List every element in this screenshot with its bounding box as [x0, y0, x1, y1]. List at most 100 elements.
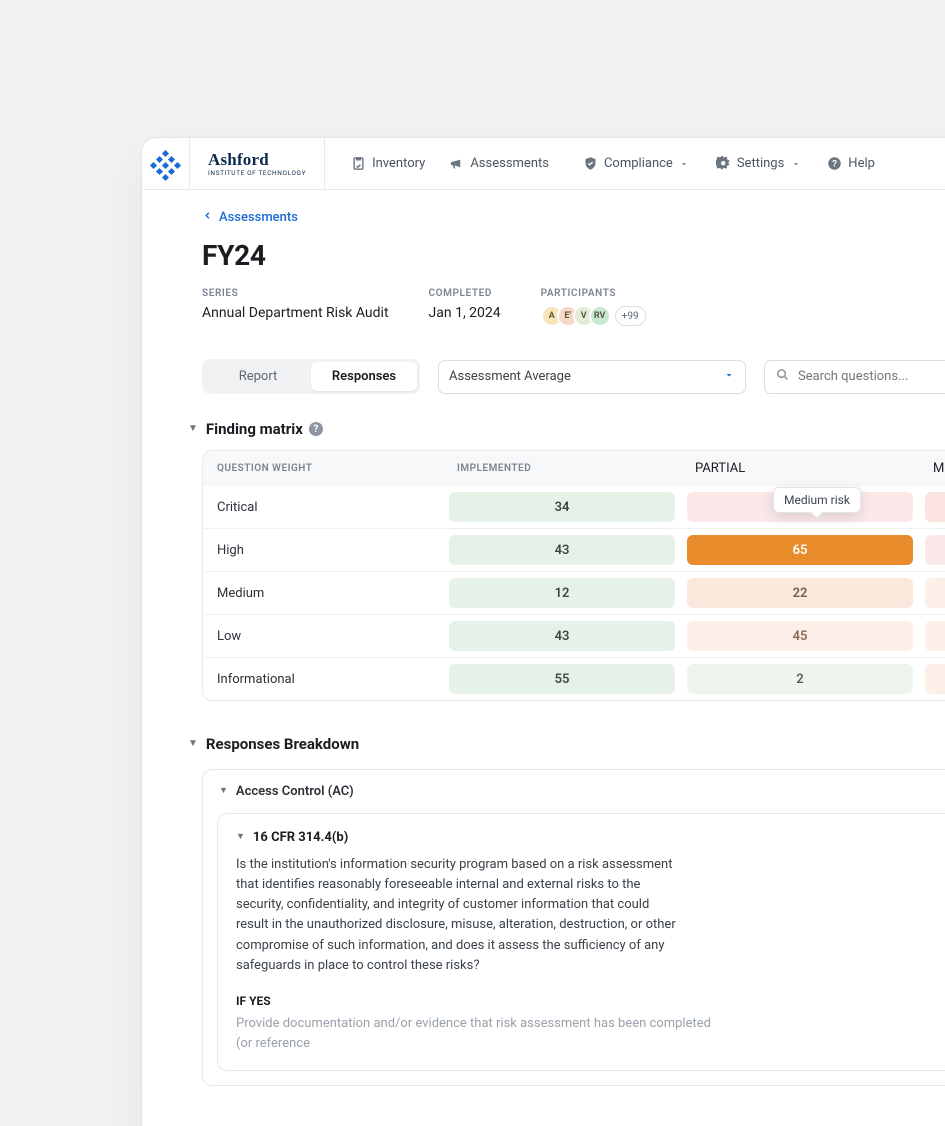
value-chip: 2 — [687, 664, 913, 694]
responses-breakdown-header: ▼ Responses Breakdown — [188, 735, 945, 753]
matrix-header-row: QUESTION WEIGHT IMPLEMENTED PARTIAL MIS — [203, 451, 945, 486]
finding-matrix-header: ▼ Finding matrix ? — [188, 420, 945, 438]
breakdown-item: ▼ 16 CFR 314.4(b) Is the institution's i… — [217, 813, 945, 1071]
avatar-overflow[interactable]: +99 — [615, 306, 646, 326]
value-chip: 65 — [687, 535, 913, 565]
value-chip — [925, 492, 945, 522]
controls-row: Report Responses Assessment Average — [202, 359, 945, 394]
top-nav: Ashford INSTITUTE OF TECHNOLOGY Inventor… — [142, 138, 945, 190]
matrix-missing-cell[interactable] — [919, 529, 945, 571]
value-chip: 43 — [449, 621, 675, 651]
megaphone-icon — [449, 156, 464, 171]
brand-name: Ashford — [208, 150, 306, 170]
breakdown-item-code: 16 CFR 314.4(b) — [253, 830, 348, 845]
matrix-partial-cell[interactable]: 45 — [681, 615, 919, 657]
matrix-row: Low43 45 — [203, 614, 945, 657]
matrix-row: High43 65 — [203, 528, 945, 571]
tab-responses[interactable]: Responses — [311, 362, 417, 391]
matrix-partial-cell[interactable]: 22 — [681, 572, 919, 614]
nav-settings-label: Settings — [737, 156, 784, 171]
chevron-left-icon — [202, 210, 213, 225]
chevron-down-icon — [723, 369, 735, 385]
value-chip: 43 — [449, 535, 675, 565]
collapse-toggle-icon[interactable]: ▼ — [219, 785, 228, 796]
matrix-weight-cell: Low — [203, 615, 443, 657]
finding-matrix: QUESTION WEIGHT IMPLEMENTED PARTIAL MIS … — [202, 450, 945, 701]
meta-participants: PARTICIPANTS A E' V RV +99 — [541, 288, 646, 327]
collapse-toggle-icon[interactable]: ▼ — [188, 738, 198, 749]
breakdown-item-header[interactable]: ▼ 16 CFR 314.4(b) — [236, 830, 945, 845]
tab-report[interactable]: Report — [205, 362, 311, 391]
nav-assessments-label: Assessments — [470, 156, 549, 171]
brand-logo-cell[interactable] — [142, 138, 190, 190]
matrix-partial-cell[interactable]: 2 — [681, 658, 919, 700]
matrix-implemented-cell[interactable]: 55 — [443, 658, 681, 700]
search-icon — [775, 367, 790, 386]
finding-matrix-title: Finding matrix — [206, 420, 303, 438]
matrix-implemented-cell[interactable]: 43 — [443, 615, 681, 657]
participant-avatars[interactable]: A E' V RV +99 — [541, 305, 646, 327]
nav-compliance-label: Compliance — [604, 156, 673, 171]
matrix-weight-cell: Critical — [203, 486, 443, 528]
matrix-weight-cell: Medium — [203, 572, 443, 614]
page-content: Assessments FY24 SERIES Annual Departmen… — [142, 190, 945, 1126]
matrix-missing-cell[interactable] — [919, 658, 945, 700]
col-header-weight: QUESTION WEIGHT — [203, 451, 443, 486]
matrix-missing-cell[interactable] — [919, 572, 945, 614]
help-tooltip-icon[interactable]: ? — [309, 422, 323, 436]
nav-help[interactable]: ? Help — [817, 150, 885, 177]
matrix-implemented-cell[interactable]: 12 — [443, 572, 681, 614]
search-input[interactable] — [798, 369, 945, 384]
view-toggle: Report Responses — [202, 359, 420, 394]
shield-check-icon — [583, 156, 598, 171]
col-header-implemented: IMPLEMENTED — [443, 451, 681, 486]
breadcrumb-back[interactable]: Assessments — [202, 210, 945, 225]
brand-logo-icon — [154, 152, 178, 176]
chevron-down-icon — [788, 156, 803, 171]
matrix-weight-cell: High — [203, 529, 443, 571]
matrix-partial-cell[interactable]: 65 — [681, 529, 919, 571]
nav-compliance[interactable]: Compliance — [573, 150, 702, 177]
meta-row: SERIES Annual Department Risk Audit COMP… — [202, 288, 945, 327]
assessment-select[interactable]: Assessment Average — [438, 360, 746, 394]
avatar[interactable]: RV — [589, 305, 611, 327]
meta-completed: COMPLETED Jan 1, 2024 — [429, 288, 501, 327]
nav-inventory[interactable]: Inventory — [341, 150, 435, 177]
chevron-down-icon — [677, 156, 692, 171]
help-icon: ? — [827, 156, 842, 171]
breakdown-group-row[interactable]: ▼ Access Control (AC) — [203, 770, 945, 813]
value-chip: 12 — [449, 578, 675, 608]
matrix-row: Medium12 22 — [203, 571, 945, 614]
matrix-row: Informational552 — [203, 657, 945, 700]
breakdown-card: ▼ Access Control (AC) ▼ 16 CFR 314.4(b) … — [202, 769, 945, 1086]
brand-subtitle: INSTITUTE OF TECHNOLOGY — [208, 169, 306, 177]
meta-series-label: SERIES — [202, 288, 389, 299]
value-chip: 55 — [449, 664, 675, 694]
value-chip — [925, 664, 945, 694]
matrix-missing-cell[interactable] — [919, 486, 945, 528]
breakdown-group-label: Access Control (AC) — [236, 784, 354, 799]
gear-icon — [716, 156, 731, 171]
nav-assessments[interactable]: Assessments — [439, 150, 559, 177]
nav-items: Inventory Assessments Compliance — [325, 150, 885, 177]
responses-breakdown-title: Responses Breakdown — [206, 735, 359, 753]
matrix-implemented-cell[interactable]: 34 — [443, 486, 681, 528]
brand-wordmark[interactable]: Ashford INSTITUTE OF TECHNOLOGY — [190, 138, 325, 190]
search-box[interactable] — [764, 360, 945, 394]
risk-tooltip: Medium risk — [773, 487, 861, 513]
col-header-partial: PARTIAL — [681, 451, 919, 486]
matrix-implemented-cell[interactable]: 43 — [443, 529, 681, 571]
collapse-toggle-icon[interactable]: ▼ — [236, 831, 245, 842]
nav-settings[interactable]: Settings — [706, 150, 813, 177]
assessment-select-value: Assessment Average — [449, 369, 571, 384]
matrix-missing-cell[interactable] — [919, 615, 945, 657]
meta-participants-label: PARTICIPANTS — [541, 288, 646, 299]
col-header-missing: MIS — [919, 451, 945, 486]
if-yes-label: IF YES — [236, 994, 945, 1008]
value-chip: 45 — [687, 621, 913, 651]
value-chip: 22 — [687, 578, 913, 608]
value-chip: 34 — [449, 492, 675, 522]
collapse-toggle-icon[interactable]: ▼ — [188, 423, 198, 434]
if-yes-body: Provide documentation and/or evidence th… — [236, 1014, 716, 1054]
value-chip — [925, 578, 945, 608]
